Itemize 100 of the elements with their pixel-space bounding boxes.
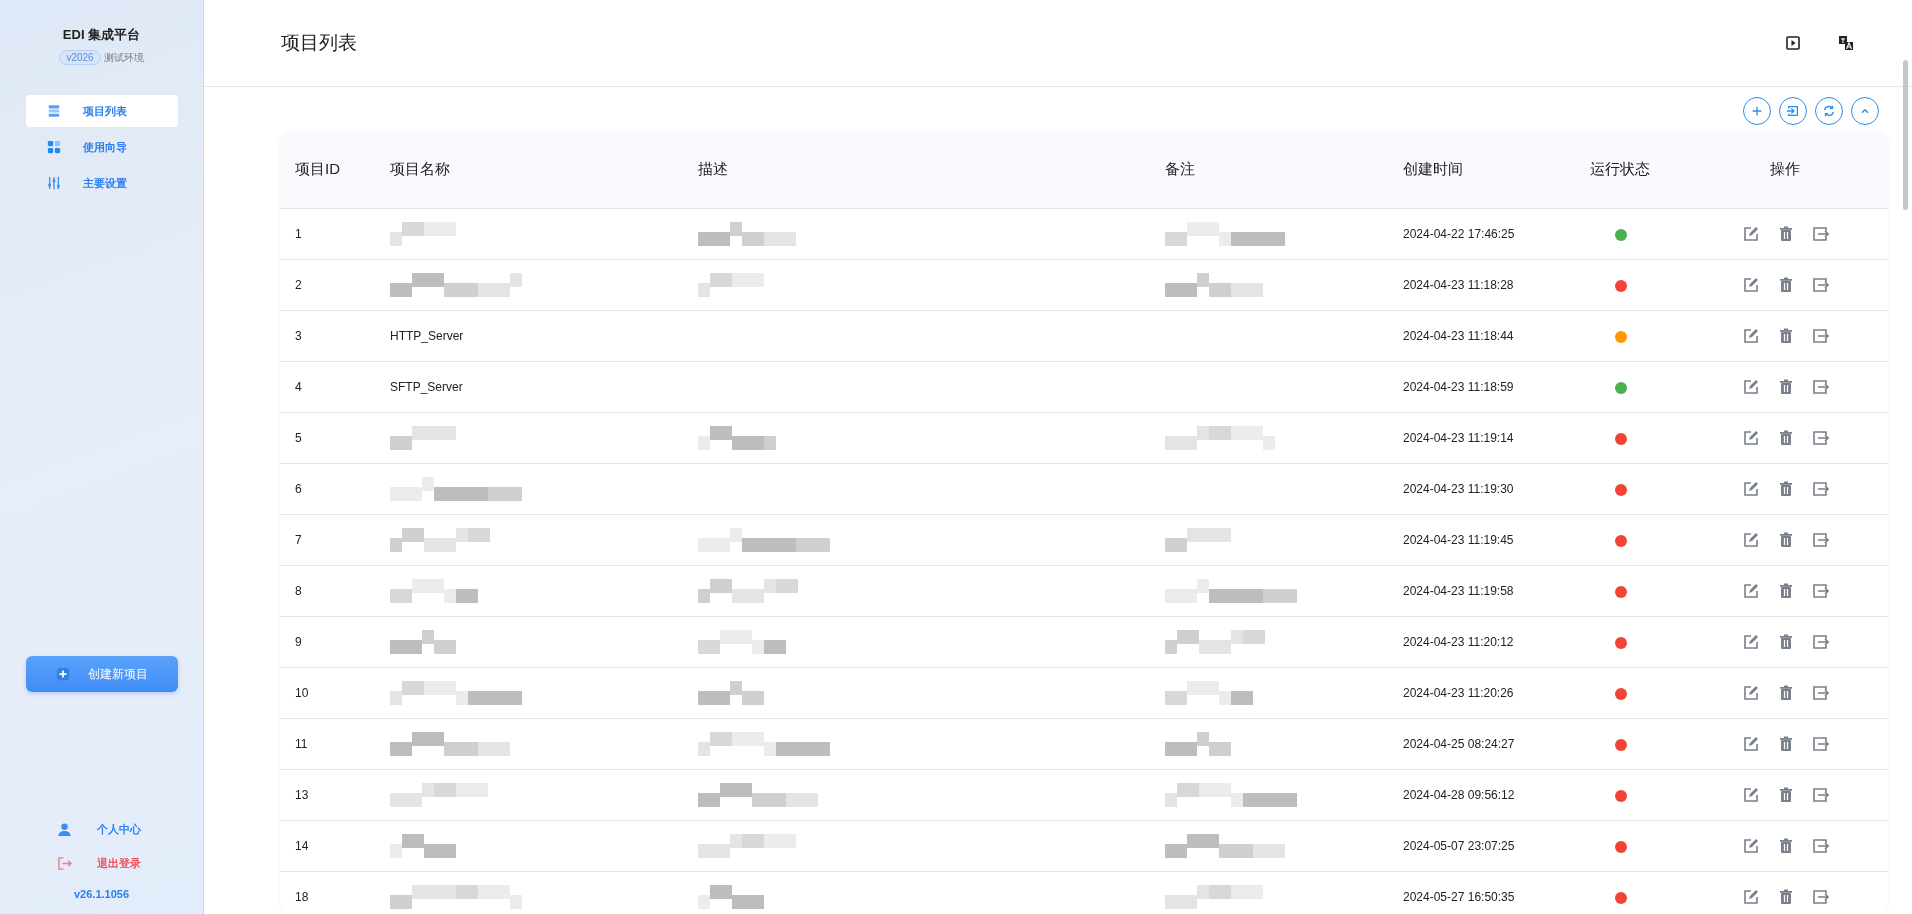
delete-icon[interactable] (1777, 226, 1794, 242)
export-icon[interactable] (1812, 379, 1829, 395)
export-icon[interactable] (1812, 787, 1829, 803)
column-header: 项目名称 (390, 160, 450, 177)
edit-icon[interactable] (1742, 277, 1759, 293)
edit-icon[interactable] (1742, 583, 1759, 599)
delete-icon[interactable] (1777, 889, 1794, 905)
table-cell: 2024-05-27 16:50:35 (1403, 890, 1515, 904)
export-icon[interactable] (1812, 685, 1829, 701)
nav-item[interactable]: 主要设置 (25, 167, 178, 199)
scrollbar-thumb[interactable] (1903, 60, 1908, 210)
build-version: v26.1.1056 (73, 888, 130, 900)
column-header: 描述 (698, 160, 728, 177)
page-title: 项目列表 (281, 31, 357, 55)
table-cell: SFTP_Server (390, 380, 463, 394)
edit-icon[interactable] (1742, 430, 1759, 446)
table-cell: 2024-04-23 11:18:28 (1403, 278, 1514, 292)
import-icon (1786, 104, 1800, 118)
table-cell: 2024-04-23 11:20:12 (1403, 635, 1514, 649)
nav-item[interactable]: 使用向导 (25, 131, 178, 163)
export-icon[interactable] (1812, 889, 1829, 905)
profile-link[interactable]: 个人中心 (56, 812, 141, 846)
export-icon[interactable] (1812, 226, 1829, 242)
table-cell: 3 (295, 329, 302, 343)
edit-icon[interactable] (1742, 379, 1759, 395)
delete-icon[interactable] (1777, 583, 1794, 599)
export-icon[interactable] (1812, 736, 1829, 752)
export-icon[interactable] (1812, 838, 1829, 854)
table-cell: 6 (295, 482, 302, 496)
import-button[interactable] (1779, 97, 1807, 125)
delete-icon[interactable] (1777, 634, 1794, 650)
edit-icon[interactable] (1742, 889, 1759, 905)
plus-icon (55, 667, 70, 681)
delete-icon[interactable] (1777, 787, 1794, 803)
edit-icon[interactable] (1742, 226, 1759, 242)
table-cell: 2 (295, 278, 302, 292)
table-cell: 2024-04-28 09:56:12 (1403, 788, 1515, 802)
edit-icon[interactable] (1742, 328, 1759, 344)
table-cell: 2024-04-23 11:20:26 (1403, 686, 1514, 700)
list-icon (46, 104, 61, 118)
delete-icon[interactable] (1777, 430, 1794, 446)
pixelated-text (1165, 528, 1231, 552)
pixelated-text (698, 885, 764, 909)
pixelated-text (390, 630, 456, 654)
pixelated-text (698, 681, 764, 705)
table-cell: 2024-04-23 11:19:14 (1403, 431, 1514, 445)
table-cell: 2024-04-23 11:19:30 (1403, 482, 1514, 496)
delete-icon[interactable] (1777, 838, 1794, 854)
column-header: 项目ID (295, 160, 340, 177)
export-icon[interactable] (1812, 277, 1829, 293)
delete-icon[interactable] (1777, 532, 1794, 548)
table-cell: 11 (295, 737, 308, 751)
export-icon[interactable] (1812, 634, 1829, 650)
edit-icon[interactable] (1742, 634, 1759, 650)
table-cell: 10 (295, 686, 309, 700)
column-header: 备注 (1165, 160, 1195, 177)
sliders-icon (46, 176, 61, 190)
create-project-button[interactable]: 创建新项目 (25, 656, 178, 692)
grid-icon (46, 140, 61, 154)
column-header: 运行状态 (1590, 160, 1650, 177)
nav-item[interactable]: 项目列表 (25, 95, 178, 127)
environment-label: 测试环境 (103, 50, 144, 65)
table-cell: HTTP_Server (390, 329, 464, 343)
refresh-button[interactable] (1815, 97, 1843, 125)
refresh-icon (1822, 104, 1836, 118)
edit-icon[interactable] (1742, 787, 1759, 803)
edit-icon[interactable] (1742, 838, 1759, 854)
delete-icon[interactable] (1777, 481, 1794, 497)
logout-icon (56, 855, 72, 871)
table-cell: 14 (295, 839, 309, 853)
edit-icon[interactable] (1742, 481, 1759, 497)
export-icon[interactable] (1812, 328, 1829, 344)
table-cell: 2024-04-23 11:18:59 (1403, 380, 1514, 394)
table-cell: 18 (295, 890, 309, 904)
delete-icon[interactable] (1777, 379, 1794, 395)
delete-icon[interactable] (1777, 736, 1794, 752)
table-cell: 2024-04-23 11:18:44 (1403, 329, 1514, 343)
delete-icon[interactable] (1777, 685, 1794, 701)
delete-icon[interactable] (1777, 277, 1794, 293)
translate-icon[interactable] (1838, 35, 1854, 51)
brand-title: EDI 集成平台 (62, 26, 141, 44)
table-cell: 1 (295, 227, 302, 241)
edit-icon[interactable] (1742, 736, 1759, 752)
pixelated-text (390, 834, 456, 858)
logout-link[interactable]: 退出登录 (56, 846, 141, 880)
table-cell: 9 (295, 635, 302, 649)
export-icon[interactable] (1812, 481, 1829, 497)
pixelated-text (1165, 732, 1231, 756)
delete-icon[interactable] (1777, 328, 1794, 344)
edit-icon[interactable] (1742, 532, 1759, 548)
play-icon[interactable] (1785, 35, 1801, 51)
add-button[interactable] (1743, 97, 1771, 125)
collapse-button[interactable] (1851, 97, 1879, 125)
export-icon[interactable] (1812, 583, 1829, 599)
column-header: 操作 (1770, 160, 1800, 177)
export-icon[interactable] (1812, 532, 1829, 548)
edit-icon[interactable] (1742, 685, 1759, 701)
pixelated-text (390, 426, 456, 450)
export-icon[interactable] (1812, 430, 1829, 446)
table-cell: 2024-04-22 17:46:25 (1403, 227, 1515, 241)
